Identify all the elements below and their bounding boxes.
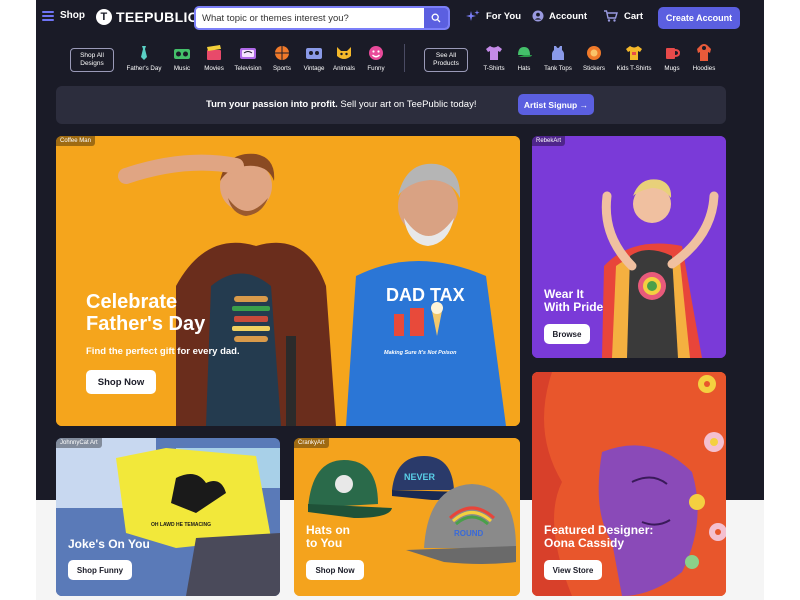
designer-title: Featured Designer: Oona Cassidy	[544, 523, 653, 551]
top-navigation: Shop T TEEPUBLIC For You Account Cart Cr…	[36, 0, 764, 38]
hamburger-icon	[42, 10, 54, 21]
tshirt-icon	[485, 44, 503, 62]
account-label: Account	[549, 10, 587, 22]
hats-title: Hats on to You	[306, 523, 350, 551]
kids-tshirt-icon	[625, 44, 643, 62]
category-divider	[404, 44, 405, 72]
hero-title-line1: Celebrate	[86, 291, 178, 313]
sparkle-icon	[466, 10, 480, 21]
hats-shop-now-button[interactable]: Shop Now	[306, 560, 364, 580]
pride-title-line2: With Pride	[544, 300, 604, 315]
search-bar	[194, 6, 450, 30]
logo-t-icon: T	[96, 9, 112, 25]
dad-tax-shirt-subtext: Making Sure It's Not Poison	[384, 350, 457, 356]
category-label: Television	[234, 65, 262, 72]
search-button[interactable]	[424, 8, 448, 28]
promo-normal-text: Sell your art on TeePublic today!	[337, 99, 477, 110]
clapperboard-icon	[205, 44, 223, 62]
jokes-tile[interactable]: OH LAWD HE TEMACING JohnnyCat Art Joke's…	[56, 438, 280, 596]
hero-title: Celebrate Father's Day	[86, 291, 205, 335]
fathers-day-hero-tile[interactable]: DAD TAX Making Sure It's Not Poison Coff…	[56, 136, 520, 426]
product-tank-tops[interactable]: Tank Tops	[538, 44, 578, 72]
hero-subtitle: Find the perfect gift for every dad.	[86, 346, 240, 357]
pride-title: Wear It With Pride	[544, 287, 604, 315]
category-fathers-day[interactable]: Father's Day	[124, 44, 164, 72]
hats-title-line2: to You	[306, 536, 343, 551]
search-icon	[431, 13, 441, 23]
cart-link[interactable]: Cart	[604, 10, 643, 22]
mug-icon	[663, 44, 681, 62]
hat-never-text: NEVER	[404, 472, 436, 482]
smiley-icon	[367, 44, 385, 62]
cassette-icon	[305, 44, 323, 62]
category-label: Father's Day	[126, 65, 162, 72]
product-label: T-Shirts	[483, 65, 505, 72]
artist-signup-button[interactable]: Artist Signup →	[518, 94, 594, 115]
category-label: Music	[173, 65, 191, 72]
dad-tax-shirt-text: DAD TAX	[386, 285, 465, 305]
hero-shop-now-button[interactable]: Shop Now	[86, 370, 156, 394]
product-label: Tank Tops	[544, 65, 572, 72]
hat-round-text: ROUND	[454, 529, 484, 538]
category-label: Sports	[273, 65, 291, 72]
boombox-icon	[173, 44, 191, 62]
shop-menu-label: Shop	[60, 10, 85, 21]
product-label: Stickers	[582, 65, 605, 72]
hero-artist-tag: Coffee Man	[56, 136, 95, 146]
left-margin	[0, 0, 36, 600]
user-icon	[532, 10, 544, 22]
product-stickers[interactable]: Stickers	[574, 44, 614, 72]
hats-tile[interactable]: NEVER ROUND CrankyArt Hats on to You Sho…	[294, 438, 520, 596]
shop-funny-button[interactable]: Shop Funny	[68, 560, 132, 580]
cart-icon	[604, 10, 618, 22]
product-label: Kids T-Shirts	[616, 65, 652, 72]
logo-text: TEEPUBLIC	[116, 9, 199, 25]
see-all-products-button[interactable]: See All Products	[424, 48, 468, 72]
pride-artist-tag: RebekArt	[532, 136, 566, 146]
for-you-link[interactable]: For You	[466, 10, 521, 22]
jokes-shirt-text: OH LAWD HE TEMACING	[151, 522, 211, 528]
artist-promo-banner: Turn your passion into profit. Sell your…	[56, 86, 726, 124]
create-account-button[interactable]: Create Account	[658, 7, 740, 29]
designer-title-line2: Oona Cassidy	[544, 536, 625, 551]
promo-bold-text: Turn your passion into profit.	[206, 99, 338, 110]
hat-icon	[515, 44, 533, 62]
tank-top-icon	[549, 44, 567, 62]
teepublic-logo[interactable]: T TEEPUBLIC	[96, 9, 198, 25]
product-kids-tshirts[interactable]: Kids T-Shirts	[614, 44, 654, 72]
hats-artist-tag: CrankyArt	[294, 438, 329, 448]
product-label: Hoodies	[692, 65, 716, 72]
search-input[interactable]	[196, 8, 424, 28]
pride-browse-button[interactable]: Browse	[544, 324, 590, 344]
for-you-label: For You	[486, 10, 522, 22]
category-label: Vintage	[303, 65, 325, 72]
promo-text: Turn your passion into profit. Sell your…	[206, 99, 476, 110]
product-hoodies[interactable]: Hoodies	[684, 44, 724, 72]
hoodie-icon	[695, 44, 713, 62]
sticker-icon	[585, 44, 603, 62]
shop-all-designs-button[interactable]: Shop All Designs	[70, 48, 114, 72]
page: Shop T TEEPUBLIC For You Account Cart Cr…	[36, 0, 764, 600]
product-label: Hats	[517, 65, 531, 72]
hero-title-line2: Father's Day	[86, 313, 206, 335]
product-label: Mugs	[664, 65, 680, 72]
category-funny[interactable]: Funny	[356, 44, 396, 72]
right-margin	[764, 0, 800, 600]
tie-icon	[135, 44, 153, 62]
category-label: Animals	[332, 65, 355, 72]
account-link[interactable]: Account	[532, 10, 587, 22]
cart-label: Cart	[624, 10, 644, 22]
category-label: Funny	[367, 65, 385, 72]
category-label: Movies	[204, 65, 224, 72]
jokes-artist-tag: JohnnyCat Art	[56, 438, 102, 448]
category-navigation: Shop All Designs Father's Day Music Movi…	[36, 40, 764, 82]
featured-designer-tile[interactable]: Featured Designer: Oona Cassidy View Sto…	[532, 372, 726, 596]
pride-tile[interactable]: RebekArt Wear It With Pride Browse	[532, 136, 726, 358]
tv-icon	[239, 44, 257, 62]
jokes-title: Joke's On You	[68, 537, 150, 551]
shop-menu-button[interactable]: Shop	[42, 10, 85, 21]
cat-icon	[335, 44, 353, 62]
view-store-button[interactable]: View Store	[544, 560, 602, 580]
ball-icon	[273, 44, 291, 62]
